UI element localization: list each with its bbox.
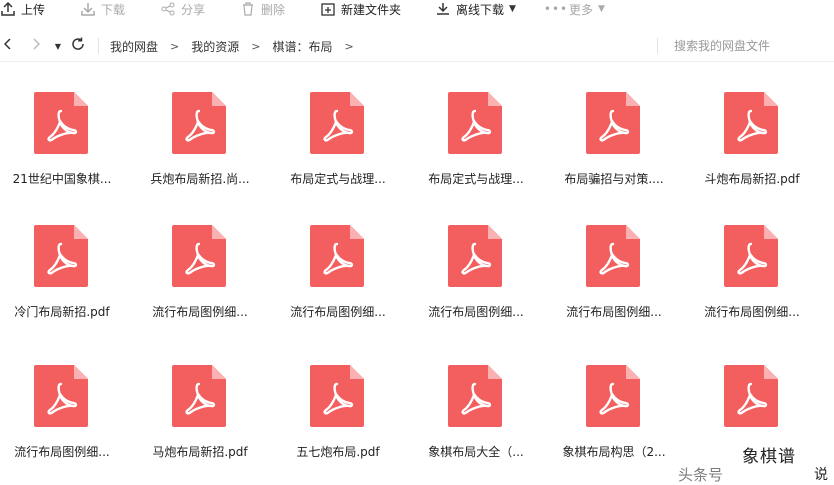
file-name: 布局定式与战理... <box>428 172 524 186</box>
file-name: 流行布局图例细... <box>704 305 800 319</box>
file-item[interactable]: 兵炮布局新招.尚... <box>138 80 258 200</box>
watermark-text: 说 <box>814 467 828 483</box>
file-name: 象棋布局构思（2... <box>562 445 666 459</box>
pdf-file-icon <box>724 225 778 287</box>
file-name: 流行布局图例细... <box>152 305 248 319</box>
breadcrumb: 我的网盘 > 我的资源 > 棋谱：布局 > <box>110 38 366 54</box>
more-button[interactable]: ••• 更多 ▼ <box>543 0 605 18</box>
new-folder-label: 新建文件夹 <box>341 2 402 17</box>
delete-button[interactable]: 删除 <box>240 0 285 18</box>
upload-button[interactable]: 上传 <box>0 0 45 18</box>
pdf-file-icon <box>586 92 640 154</box>
refresh-button[interactable] <box>70 37 86 55</box>
pdf-file-icon <box>724 92 778 154</box>
watermark-text: 头条号 <box>678 466 724 484</box>
more-label: 更多 <box>569 2 594 17</box>
breadcrumb-separator-icon: > <box>344 39 354 53</box>
file-item[interactable]: 布局定式与战理... <box>276 80 396 200</box>
pdf-file-icon <box>310 92 364 154</box>
file-name: 兵炮布局新招.尚... <box>150 172 250 186</box>
navigation-bar: ▼ 我的网盘 > 我的资源 > 棋谱：布局 > <box>0 30 834 62</box>
upload-label: 上传 <box>21 2 46 17</box>
share-label: 分享 <box>181 2 206 17</box>
file-name: 冷门布局新招.pdf <box>14 305 110 319</box>
pdf-file-icon <box>172 365 226 427</box>
file-item[interactable]: 布局骗招与对策.... <box>552 80 672 200</box>
history-dropdown[interactable]: ▼ <box>53 38 63 54</box>
upload-icon <box>0 2 16 16</box>
file-item[interactable]: 马炮布局新招.pdf <box>138 353 258 473</box>
offline-download-button[interactable]: 离线下载 ▼ <box>435 0 516 18</box>
pdf-file-icon <box>448 92 502 154</box>
chevron-right-icon <box>32 38 41 54</box>
new-folder-button[interactable]: 新建文件夹 <box>320 0 401 18</box>
file-name: 流行布局图例细... <box>428 305 524 319</box>
share-icon <box>160 2 176 16</box>
pdf-file-icon <box>586 365 640 427</box>
file-item[interactable]: 象棋布局构思（2... <box>552 353 672 473</box>
file-item[interactable]: 斗炮布局新招.pdf <box>690 80 810 200</box>
pdf-file-icon <box>310 365 364 427</box>
file-item[interactable]: 流行布局图例细... <box>138 213 258 333</box>
back-button[interactable] <box>2 38 14 54</box>
divider <box>657 38 658 54</box>
delete-label: 删除 <box>261 2 286 17</box>
file-item[interactable]: 流行布局图例细... <box>0 353 120 473</box>
forward-button[interactable] <box>30 38 42 54</box>
file-item[interactable]: 流行布局图例细... <box>690 213 810 333</box>
file-item[interactable]: 象棋布局大全（... <box>414 353 534 473</box>
file-name: 流行布局图例细... <box>566 305 662 319</box>
file-name: 布局定式与战理... <box>290 172 386 186</box>
file-item[interactable]: 冷门布局新招.pdf <box>0 213 120 333</box>
share-button[interactable]: 分享 <box>160 0 205 18</box>
file-name: 布局骗招与对策.... <box>564 172 664 186</box>
chevron-left-icon <box>3 38 12 54</box>
offline-download-icon <box>435 2 451 16</box>
pdf-file-icon <box>172 92 226 154</box>
file-name: 五七炮布局.pdf <box>296 445 380 459</box>
file-name: 流行布局图例细... <box>14 445 110 459</box>
breadcrumb-item[interactable]: 我的网盘 <box>110 38 158 55</box>
file-name: 流行布局图例细... <box>290 305 386 319</box>
toolbar: 上传 下载 分享 删除 新建文件夹 离线下载 ▼ ••• 更多 ▼ <box>0 0 834 18</box>
watermark-brand: 象棋谱 <box>742 447 796 467</box>
file-name: 象棋布局大全（... <box>428 445 524 459</box>
offline-download-label: 离线下载 <box>456 2 505 17</box>
breadcrumb-separator-icon: > <box>170 39 180 53</box>
pdf-file-icon <box>310 225 364 287</box>
pdf-file-icon <box>34 225 88 287</box>
file-item[interactable]: 流行布局图例细... <box>276 213 396 333</box>
pdf-file-icon <box>34 365 88 427</box>
search-input[interactable] <box>666 36 826 56</box>
pdf-file-icon <box>586 225 640 287</box>
breadcrumb-separator-icon: > <box>251 39 261 53</box>
download-label: 下载 <box>101 2 126 17</box>
chevron-down-icon: ▼ <box>598 4 605 14</box>
file-item[interactable]: 流行布局图例细... <box>552 213 672 333</box>
download-icon <box>80 2 96 16</box>
file-item[interactable]: 流行布局图例细... <box>414 213 534 333</box>
download-button[interactable]: 下载 <box>80 0 125 18</box>
watermark: 头条号 象棋谱 说 <box>676 440 834 485</box>
file-name: 21世纪中国象棋... <box>12 172 112 186</box>
divider <box>98 38 99 54</box>
file-name: 斗炮布局新招.pdf <box>704 172 800 186</box>
pdf-file-icon <box>724 365 778 427</box>
trash-icon <box>240 2 256 16</box>
file-item[interactable]: 五七炮布局.pdf <box>276 353 396 473</box>
new-folder-icon <box>320 2 336 16</box>
refresh-icon <box>71 37 85 55</box>
pdf-file-icon <box>172 225 226 287</box>
file-name: 马炮布局新招.pdf <box>152 445 248 459</box>
chevron-down-icon: ▼ <box>509 4 516 14</box>
breadcrumb-item[interactable]: 棋谱：布局 <box>272 38 332 55</box>
caret-down-icon: ▼ <box>54 41 62 51</box>
breadcrumb-item[interactable]: 我的资源 <box>191 38 239 55</box>
file-item[interactable]: 21世纪中国象棋... <box>0 80 120 200</box>
pdf-file-icon <box>34 92 88 154</box>
pdf-file-icon <box>448 225 502 287</box>
pdf-file-icon <box>448 365 502 427</box>
file-item[interactable]: 布局定式与战理... <box>414 80 534 200</box>
more-dots-icon: ••• <box>543 2 569 16</box>
